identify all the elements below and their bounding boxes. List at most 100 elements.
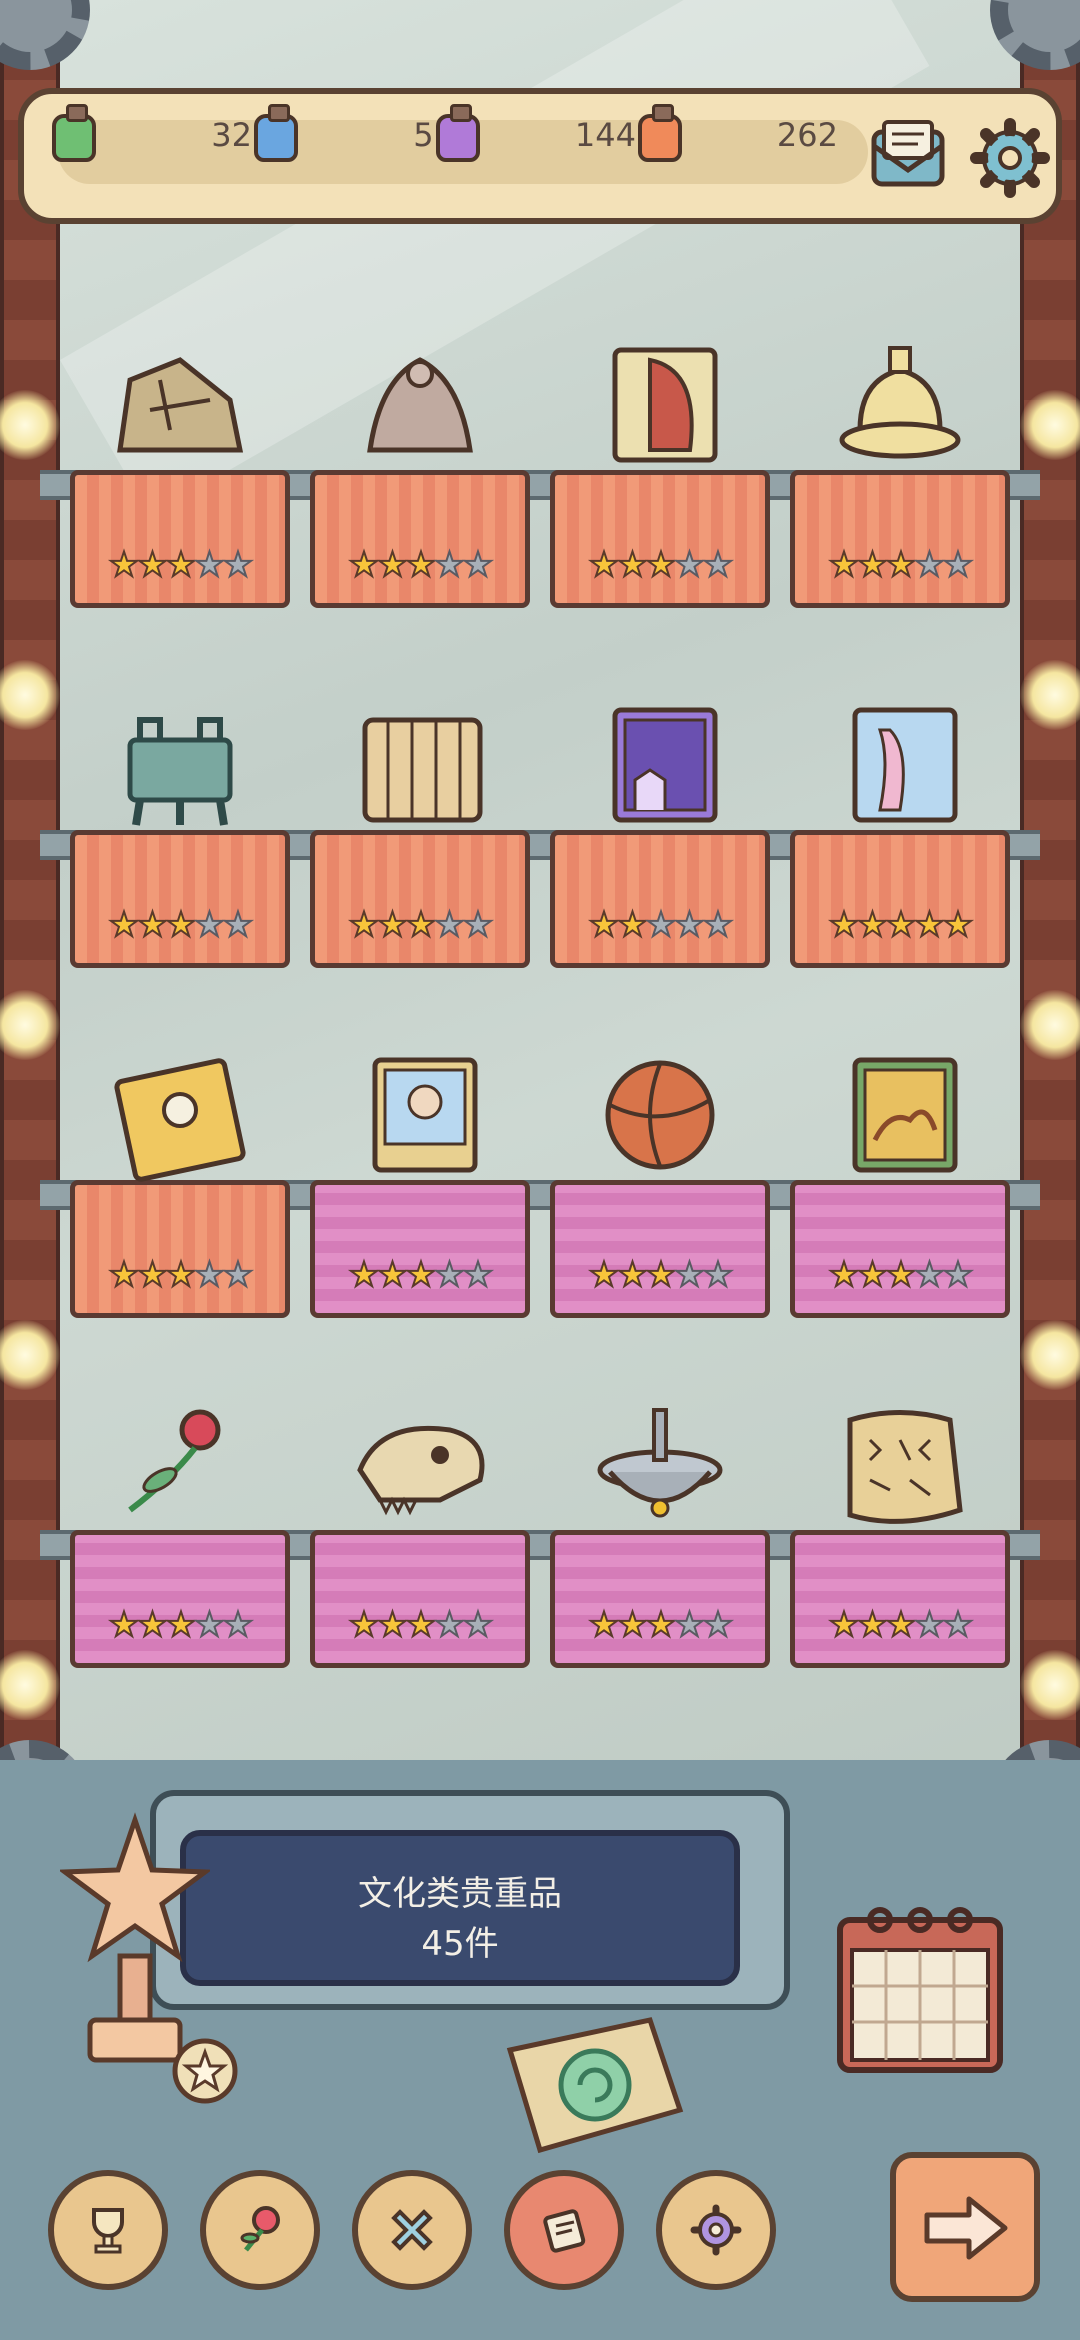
book-lady-icon[interactable] xyxy=(820,700,980,840)
calendar-icon xyxy=(837,1907,1003,2073)
star-empty-icon: ★ xyxy=(673,904,706,946)
star-filled-icon: ★ xyxy=(856,904,889,946)
nav-cross-button[interactable] xyxy=(352,2170,472,2290)
star-filled-icon: ★ xyxy=(405,904,438,946)
star-rating: ★★★★★ xyxy=(795,1254,1005,1296)
mail-button[interactable] xyxy=(866,116,950,200)
shelf-slot[interactable]: ★★★★★ xyxy=(790,470,1010,608)
star-empty-icon: ★ xyxy=(702,904,735,946)
resource-purple: 144 xyxy=(436,104,636,168)
shelf-slot[interactable]: ★★★★★ xyxy=(70,1530,290,1668)
star-empty-icon: ★ xyxy=(913,1604,946,1646)
star-filled-icon: ★ xyxy=(348,1604,381,1646)
book-horses-icon[interactable] xyxy=(820,1050,980,1190)
star-empty-icon: ★ xyxy=(702,1254,735,1296)
shelf-slot[interactable]: ★★★★★ xyxy=(550,1180,770,1318)
mail-icon xyxy=(871,120,945,187)
star-filled-icon: ★ xyxy=(588,1604,621,1646)
star-filled-icon: ★ xyxy=(405,1254,438,1296)
shelf-slot[interactable]: ★★★★★ xyxy=(310,470,530,608)
pieta-statue-icon[interactable] xyxy=(340,340,500,480)
nav-gear-button[interactable] xyxy=(656,2170,776,2290)
cross-icon xyxy=(391,2209,433,2251)
star-rating: ★★★★★ xyxy=(555,1604,765,1646)
star-filled-icon: ★ xyxy=(856,544,889,586)
star-filled-icon: ★ xyxy=(616,1254,649,1296)
resource-value: 262 xyxy=(776,116,838,154)
star-empty-icon: ★ xyxy=(193,1604,226,1646)
star-empty-icon: ★ xyxy=(193,544,226,586)
star-empty-icon: ★ xyxy=(942,544,975,586)
star-empty-icon: ★ xyxy=(702,544,735,586)
book-rose-icon[interactable] xyxy=(580,340,740,480)
star-empty-icon: ★ xyxy=(433,544,466,586)
book-night-icon[interactable] xyxy=(580,700,740,840)
star-filled-icon: ★ xyxy=(645,1254,678,1296)
star-filled-icon: ★ xyxy=(913,904,946,946)
portrait-book-icon[interactable] xyxy=(340,1050,500,1190)
star-filled-icon: ★ xyxy=(828,1604,861,1646)
shelf-slot[interactable]: ★★★★★ xyxy=(550,830,770,968)
shelf-slot[interactable]: ★★★★★ xyxy=(310,830,530,968)
shelf-slot[interactable]: ★★★★★ xyxy=(550,470,770,608)
star-filled-icon: ★ xyxy=(588,904,621,946)
star-filled-icon: ★ xyxy=(588,1254,621,1296)
star-empty-icon: ★ xyxy=(462,1604,495,1646)
orange-jar-icon xyxy=(638,104,682,162)
shelf-slot[interactable]: ★★★★★ xyxy=(70,470,290,608)
star-filled-icon: ★ xyxy=(136,1604,169,1646)
star-filled-icon: ★ xyxy=(885,1604,918,1646)
rose-icon xyxy=(240,2206,280,2252)
settings-button[interactable] xyxy=(968,116,1052,200)
star-empty-icon: ★ xyxy=(913,544,946,586)
star-rating: ★★★★★ xyxy=(315,1604,525,1646)
star-empty-icon: ★ xyxy=(673,1604,706,1646)
star-empty-icon: ★ xyxy=(942,1604,975,1646)
stone-tablet-icon[interactable] xyxy=(100,340,260,480)
star-empty-icon: ★ xyxy=(222,904,255,946)
shelf-slot[interactable]: ★★★★★ xyxy=(550,1530,770,1668)
star-filled-icon: ★ xyxy=(376,1254,409,1296)
star-filled-icon: ★ xyxy=(588,544,621,586)
category-count: 45件 xyxy=(421,1924,499,1964)
shelf-slot[interactable]: ★★★★★ xyxy=(790,1530,1010,1668)
category-title: 文化类贵重品 xyxy=(358,1874,562,1914)
dinosaur-skull-icon[interactable] xyxy=(340,1400,500,1540)
bell-icon[interactable] xyxy=(820,340,980,480)
nav-scroll-button[interactable] xyxy=(504,2170,624,2290)
star-empty-icon: ★ xyxy=(433,1604,466,1646)
nav-trophy-button[interactable] xyxy=(48,2170,168,2290)
star-filled-icon: ★ xyxy=(136,904,169,946)
shelf-slot[interactable]: ★★★★★ xyxy=(790,830,1010,968)
star-rating: ★★★★★ xyxy=(555,544,765,586)
star-rating: ★★★★★ xyxy=(795,544,1005,586)
star-filled-icon: ★ xyxy=(828,544,861,586)
next-button[interactable] xyxy=(890,2152,1040,2302)
star-filled-icon: ★ xyxy=(885,544,918,586)
star-empty-icon: ★ xyxy=(433,1254,466,1296)
shelf-slot[interactable]: ★★★★★ xyxy=(70,830,290,968)
nav-rose-button[interactable] xyxy=(200,2170,320,2290)
star-filled-icon: ★ xyxy=(108,1254,141,1296)
star-rating: ★★★★★ xyxy=(555,1254,765,1296)
shelf-slot[interactable]: ★★★★★ xyxy=(310,1530,530,1668)
rune-tablet-icon[interactable] xyxy=(820,1400,980,1540)
shelf-slot[interactable]: ★★★★★ xyxy=(790,1180,1010,1318)
star-rating: ★★★★★ xyxy=(315,1254,525,1296)
bamboo-slips-icon[interactable] xyxy=(340,700,500,840)
bronze-ding-icon[interactable] xyxy=(100,700,260,840)
blue-jar-icon xyxy=(254,104,298,162)
star-empty-icon: ★ xyxy=(462,904,495,946)
basketball-icon[interactable] xyxy=(580,1050,740,1190)
shelf-slot[interactable]: ★★★★★ xyxy=(70,1180,290,1318)
spinning-top-icon[interactable] xyxy=(580,1400,740,1540)
star-filled-icon: ★ xyxy=(108,544,141,586)
star-filled-icon: ★ xyxy=(108,1604,141,1646)
star-empty-icon: ★ xyxy=(673,544,706,586)
star-empty-icon: ★ xyxy=(193,904,226,946)
book-astronaut-icon[interactable] xyxy=(100,1050,260,1190)
coin-icon xyxy=(172,2038,238,2104)
map-scroll-icon xyxy=(506,2017,684,2154)
rose-icon[interactable] xyxy=(100,1400,260,1540)
shelf-slot[interactable]: ★★★★★ xyxy=(310,1180,530,1318)
